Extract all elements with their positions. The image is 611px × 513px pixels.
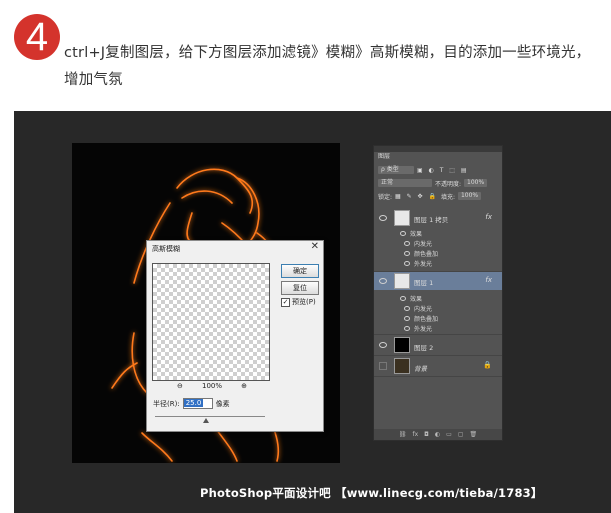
gaussian-blur-dialog: 高斯模糊 ✕ 确定 复位 ✓ 预览(P) ⊖ 100% ⊕ 半径(R): 25.…	[146, 240, 324, 432]
mask-icon[interactable]: ◘	[424, 431, 429, 438]
ok-button[interactable]: 确定	[281, 264, 319, 278]
group-icon[interactable]: ▭	[446, 431, 452, 438]
preview-label: 预览(P)	[292, 298, 316, 306]
fill-label: 填充:	[440, 193, 455, 201]
radius-value: 25.0	[183, 399, 204, 407]
filter-icons[interactable]: ▣ ◐ T ⬚ ▤	[417, 167, 469, 174]
visibility-toggle-empty[interactable]	[379, 362, 387, 370]
layer-row-selected[interactable]: 图层 1 fx 效果 内发光 颜色叠加 外发光	[374, 272, 502, 335]
layer-thumbnail	[394, 358, 410, 374]
fx-badge[interactable]: fx	[485, 276, 492, 284]
zoom-in-icon[interactable]: ⊕	[241, 382, 247, 390]
layer-name: 背景	[414, 365, 427, 373]
layer-thumbnail	[394, 337, 410, 353]
preview-checkbox-row[interactable]: ✓ 预览(P)	[281, 297, 316, 307]
trash-icon[interactable]: 🗑	[470, 431, 478, 438]
visibility-eye-icon[interactable]	[379, 278, 387, 284]
tab-layers[interactable]: 图层	[376, 152, 402, 161]
layer-row[interactable]: 图层 1 拷贝 fx 效果 内发光 颜色叠加 外发光	[374, 209, 502, 272]
blend-row: 正常 不透明度: 100%	[378, 178, 498, 188]
effect-item: 颜色叠加	[404, 314, 438, 323]
dialog-title: 高斯模糊	[152, 245, 180, 253]
effect-item: 外发光	[404, 324, 432, 333]
close-icon[interactable]: ✕	[311, 241, 319, 252]
zoom-out-icon[interactable]: ⊖	[177, 382, 183, 390]
step-badge: 4	[14, 14, 60, 60]
effects-label: 效果	[400, 294, 422, 303]
reset-button[interactable]: 复位	[281, 281, 319, 295]
watermark: PhotoShop平面设计吧 【www.linecg.com/tieba/178…	[200, 486, 543, 500]
zoom-controls: ⊖ 100% ⊕	[177, 382, 247, 390]
lock-label: 锁定:	[378, 193, 393, 201]
kind-filter-select[interactable]: ρ 类型	[378, 166, 414, 174]
visibility-eye-icon[interactable]	[379, 342, 387, 348]
layer-name: 图层 1 拷贝	[414, 216, 449, 224]
radius-row: 半径(R): 25.0 像素	[153, 398, 230, 409]
layer-row[interactable]: 图层 2	[374, 335, 502, 356]
fx-icon[interactable]: fx	[412, 431, 418, 438]
effect-item: 外发光	[404, 259, 432, 268]
adjustment-icon[interactable]: ◐	[435, 431, 440, 438]
layer-thumbnail	[394, 210, 410, 226]
opacity-label: 不透明度:	[435, 180, 462, 188]
effects-label: 效果	[400, 229, 422, 238]
radius-slider-track[interactable]	[155, 416, 265, 417]
visibility-eye-icon[interactable]	[379, 215, 387, 221]
lock-row: 锁定: ▦ ✎ ✥ 🔒 填充: 100%	[378, 191, 498, 201]
preview-checkbox[interactable]: ✓	[281, 297, 290, 307]
lock-icons[interactable]: ▦ ✎ ✥ 🔒	[395, 193, 438, 200]
radius-label: 半径(R):	[153, 399, 180, 408]
opacity-field[interactable]: 100%	[464, 179, 488, 187]
new-layer-icon[interactable]: ▢	[458, 431, 464, 438]
effect-item: 内发光	[404, 304, 432, 313]
fill-field[interactable]: 100%	[457, 192, 482, 200]
blur-preview[interactable]	[152, 263, 270, 381]
fx-badge[interactable]: fx	[485, 213, 492, 221]
layer-name: 图层 2	[414, 344, 434, 352]
radius-unit: 像素	[215, 399, 230, 408]
effect-item: 内发光	[404, 239, 432, 248]
lock-icon: 🔒	[483, 361, 492, 369]
panel-bottom-bar: ⛓ fx ◘ ◐ ▭ ▢ 🗑	[374, 429, 502, 440]
blend-mode-select[interactable]: 正常	[378, 179, 432, 187]
layer-row[interactable]: 背景 🔒	[374, 356, 502, 377]
layer-name: 图层 1	[414, 279, 434, 287]
effect-item: 颜色叠加	[404, 249, 438, 258]
filter-row: ρ 类型 ▣ ◐ T ⬚ ▤	[378, 165, 498, 175]
radius-input[interactable]: 25.0	[182, 398, 213, 409]
radius-slider-thumb[interactable]	[203, 418, 209, 423]
step-instruction: ctrl+J复制图层，给下方图层添加滤镜》模糊》高斯模糊，目的添加一些环境光，增…	[64, 45, 591, 88]
layers-panel: 图层 ρ 类型 ▣ ◐ T ⬚ ▤ 正常 不透明度: 100% 锁定: ▦ ✎ …	[373, 145, 503, 441]
zoom-level: 100%	[201, 382, 222, 390]
link-icon[interactable]: ⛓	[399, 431, 407, 438]
layer-thumbnail	[394, 273, 410, 289]
